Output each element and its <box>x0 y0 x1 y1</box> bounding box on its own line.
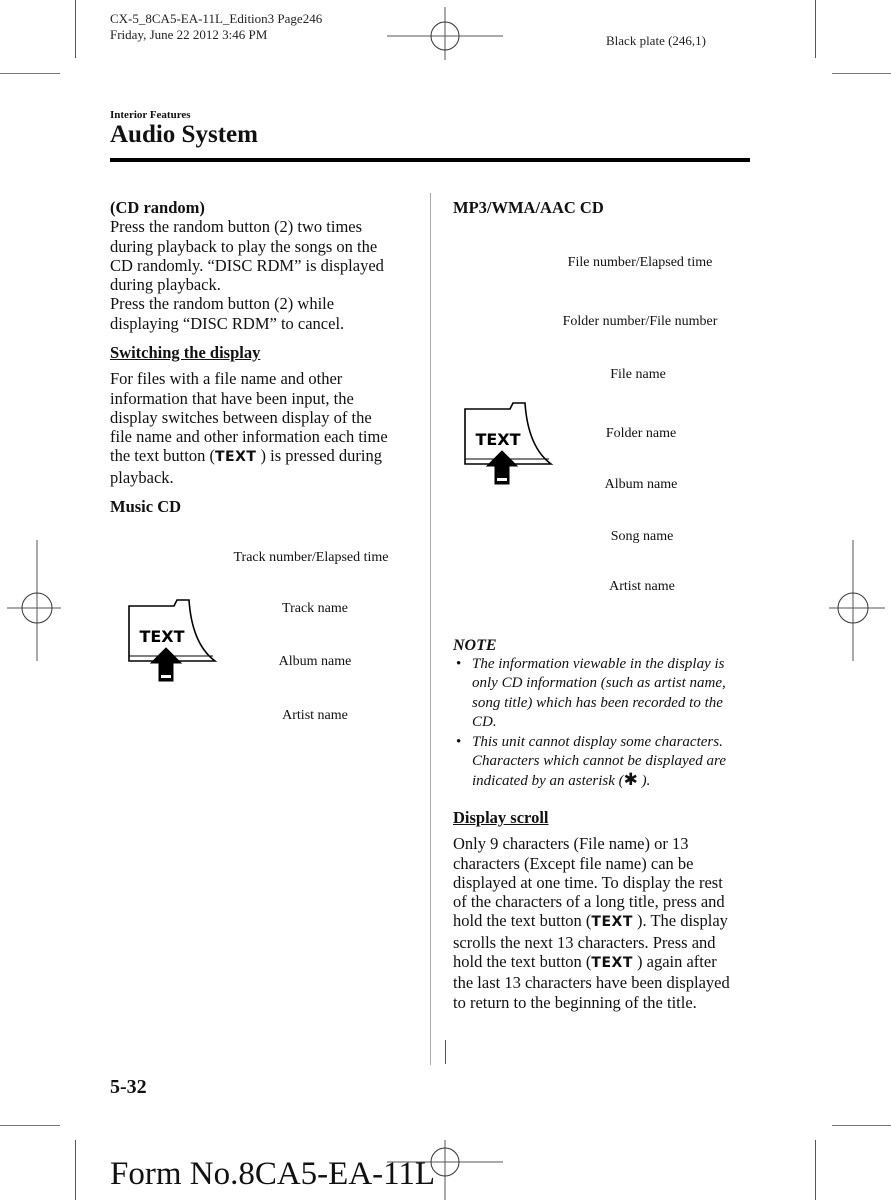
print-slug: CX-5_8CA5-EA-11L_Edition3 Page246 Friday… <box>110 11 322 43</box>
text-button-label: TEXT <box>139 627 184 646</box>
note-line: CD. <box>472 714 497 731</box>
bullet-icon: • <box>456 733 462 750</box>
registration-mark-top <box>387 7 503 60</box>
note-item: • The information viewable in the displa… <box>453 655 753 733</box>
slug-job-line: CX-5_8CA5-EA-11L_Edition3 Page246 <box>110 11 323 26</box>
crop-mark-bottom-left <box>75 1140 76 1200</box>
mp3-item: Folder number/File number <box>562 314 718 329</box>
display-scroll-line: the last 13 characters have been display… <box>453 973 730 993</box>
display-scroll-text: hold the text button ( <box>453 911 592 931</box>
page-title: Audio System <box>110 121 258 148</box>
mp3-item: Artist name <box>609 579 675 594</box>
crop-mark-top-left <box>75 0 76 58</box>
mp3-item: Album name <box>604 477 678 492</box>
registration-mark-right <box>829 540 885 661</box>
display-scroll-line: displayed at one time. To display the re… <box>453 872 723 892</box>
column-divider <box>430 193 431 1065</box>
form-number: Form No.8CA5-EA-11L <box>110 1156 436 1192</box>
cd-random-line: during playback. <box>110 275 221 295</box>
mp3-item: Folder name <box>605 426 677 441</box>
text-key-symbol: TEXT <box>591 955 633 972</box>
cd-random-line: Press the random button (2) two times <box>110 217 363 237</box>
crop-mark-bottom-right <box>815 1140 816 1200</box>
switching-line: For files with a file name and other <box>110 369 343 389</box>
cd-random-line: Press the random button (2) while <box>110 294 335 314</box>
slug-date-line: Friday, June 22 2012 3:46 PM <box>110 27 268 42</box>
music-cd-heading: Music CD <box>110 497 182 516</box>
display-scroll-line: hold the text button (TEXT ). The displa… <box>453 911 763 932</box>
text-key-symbol: TEXT <box>214 449 257 466</box>
display-scroll-line: Only 9 characters (File name) or 13 <box>453 834 689 854</box>
note-line: indicated by an asterisk (✱ ). <box>472 771 753 791</box>
display-scroll-line: of the characters of a long title, press… <box>453 892 725 912</box>
note-line: This unit cannot display some characters… <box>472 733 723 750</box>
switching-display-section: Switching the display For files with a f… <box>110 343 420 487</box>
music-cd-item: Album name <box>278 654 352 669</box>
note-item: • This unit cannot display some characte… <box>453 733 753 792</box>
crop-mark-right-bottom <box>832 1125 891 1126</box>
text-key-symbol: TEXT <box>591 914 633 931</box>
switching-line-text: the text button ( <box>110 446 215 466</box>
cd-random-section: (CD random) Press the random button (2) … <box>110 198 420 333</box>
display-scroll-heading: Display scroll <box>453 808 549 827</box>
switching-line: playback. <box>110 467 174 487</box>
display-scroll-text: hold the text button ( <box>453 952 592 972</box>
text-button-icon: TEXT <box>464 402 554 485</box>
section-label: Interior Features <box>110 109 191 121</box>
switching-line: file name and other information each tim… <box>110 427 388 447</box>
display-scroll-text: ) again after <box>632 952 717 972</box>
switching-line: display switches between display of the <box>110 407 372 427</box>
music-cd-item: Track number/Elapsed time <box>233 550 389 565</box>
cd-random-line: CD randomly. “DISC RDM” is displayed <box>110 255 384 275</box>
switching-line: information that have been input, the <box>110 388 354 408</box>
display-scroll-section: Display scroll Only 9 characters (File n… <box>453 808 763 1012</box>
note-line-text: indicated by an asterisk ( <box>472 773 624 790</box>
crop-mark-bottom-center <box>445 1040 446 1064</box>
mp3-heading: MP3/WMA/AAC CD <box>453 198 604 217</box>
bullet-icon: • <box>456 656 462 672</box>
music-cd-item: Artist name <box>282 708 348 723</box>
display-scroll-line: characters (Except file name) can be <box>453 853 694 873</box>
registration-mark-left <box>7 540 61 661</box>
cd-random-heading: (CD random) <box>110 198 205 217</box>
crop-mark-top-right <box>815 0 816 58</box>
crop-mark-right-top <box>832 73 891 74</box>
mp3-item: File number/Elapsed time <box>567 255 713 270</box>
display-scroll-line: scrolls the next 13 characters. Press an… <box>453 932 716 952</box>
note-box: NOTE • The information viewable in the d… <box>453 637 753 792</box>
switching-display-heading: Switching the display <box>110 343 261 362</box>
note-line: song title) which has been recorded to t… <box>472 694 723 711</box>
cd-random-line: during playback to play the songs on the <box>110 236 378 256</box>
text-button-label: TEXT <box>475 430 520 449</box>
note-line: only CD information (such as artist name… <box>472 675 726 692</box>
note-line: The information viewable in the display … <box>472 656 725 672</box>
text-button-icon: TEXT <box>128 599 218 682</box>
switching-line-text: ) is pressed during <box>256 446 382 466</box>
display-scroll-line: hold the text button (TEXT ) again after <box>453 952 763 973</box>
plate-label: Black plate (246,1) <box>606 33 706 48</box>
display-scroll-text: ). The display <box>632 911 728 931</box>
display-scroll-line: to return to the beginning of the title. <box>453 992 697 1012</box>
crop-mark-left-bottom <box>0 1125 60 1126</box>
switching-line: the text button (TEXT ) is pressed durin… <box>110 446 420 467</box>
asterisk-icon: ✱ <box>623 770 638 791</box>
mp3-item: Song name <box>610 529 674 544</box>
note-line-text: ). <box>637 773 651 790</box>
note-list: • The information viewable in the displa… <box>453 655 753 792</box>
crop-mark-left-top <box>0 73 60 74</box>
note-line: Characters which cannot be displayed are <box>472 753 726 770</box>
page-number: 5-32 <box>110 1076 147 1098</box>
cd-random-line: displaying “DISC RDM” to cancel. <box>110 313 345 333</box>
title-rule <box>110 158 750 162</box>
mp3-item: File name <box>610 367 666 382</box>
music-cd-item: Track name <box>282 601 348 616</box>
note-title: NOTE <box>453 637 497 654</box>
